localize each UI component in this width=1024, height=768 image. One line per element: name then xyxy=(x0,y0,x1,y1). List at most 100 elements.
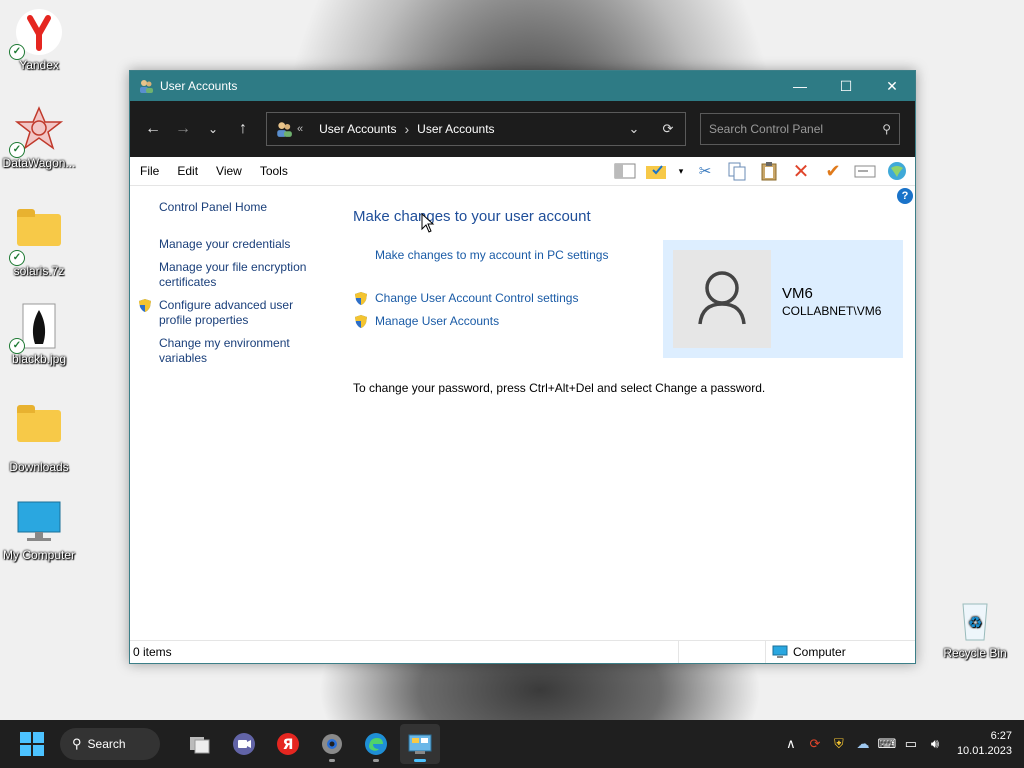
network-icon[interactable]: ▭ xyxy=(899,736,923,752)
address-field[interactable]: « User Accounts › User Accounts ⌄ ⟳ xyxy=(266,112,686,146)
up-arrow-icon[interactable]: ↑ xyxy=(228,114,258,144)
sync-alert-icon[interactable]: ⟳ xyxy=(803,736,827,752)
desktop-icon-yandex[interactable]: ✓ Yandex xyxy=(1,8,77,72)
breadcrumb-overflow[interactable]: « xyxy=(297,123,303,135)
forward-arrow-icon[interactable]: → xyxy=(168,114,198,144)
advanced-profile-link[interactable]: Configure advanced user profile properti… xyxy=(159,298,309,328)
windows-logo-icon-pane xyxy=(33,732,44,743)
back-arrow-icon[interactable]: ← xyxy=(138,114,168,144)
paste-icon[interactable] xyxy=(757,160,781,182)
minimize-button[interactable]: — xyxy=(777,71,823,101)
yandex-icon: ✓ xyxy=(9,8,63,60)
breadcrumb-separator: › xyxy=(404,121,410,137)
search-input[interactable]: Search Control Panel ⚲ xyxy=(700,113,900,145)
menu-tools[interactable]: Tools xyxy=(250,164,296,178)
task-view-icon xyxy=(190,737,210,754)
menu-view[interactable]: View xyxy=(206,164,250,178)
sync-check-icon: ✓ xyxy=(9,250,25,266)
running-indicator xyxy=(373,759,379,762)
clock[interactable]: 6:27 10.01.2023 xyxy=(957,729,1012,759)
windows-logo-icon xyxy=(20,732,31,743)
properties-folder-icon[interactable] xyxy=(645,160,669,182)
delete-icon[interactable]: ✕ xyxy=(789,160,813,183)
desktop-icon-my-computer[interactable]: My Computer xyxy=(1,498,77,562)
monitor-icon xyxy=(15,498,63,546)
desktop-icon-label: blackb.jpg xyxy=(11,352,67,366)
password-hint: To change your password, press Ctrl+Alt+… xyxy=(353,381,766,395)
control-panel-home-link[interactable]: Control Panel Home xyxy=(159,200,267,215)
avatar xyxy=(673,250,771,348)
breadcrumb-item[interactable]: User Accounts xyxy=(319,122,396,136)
desktop-icon-datawagon[interactable]: ✓ DataWagon... xyxy=(1,106,77,170)
task-view-button[interactable] xyxy=(180,724,220,764)
uac-shield-icon xyxy=(138,298,151,312)
breadcrumb-item[interactable]: User Accounts xyxy=(417,122,494,136)
image-file-icon: ✓ xyxy=(9,302,63,354)
close-button[interactable]: ✕ xyxy=(869,71,915,101)
yandex-browser-icon: Я xyxy=(277,733,299,755)
copy-icon[interactable] xyxy=(725,160,749,182)
sync-check-icon: ✓ xyxy=(9,44,25,60)
clock-date: 10.01.2023 xyxy=(956,745,1012,757)
title-bar[interactable]: User Accounts — ☐ ✕ xyxy=(130,71,915,101)
check-icon[interactable]: ✔ xyxy=(821,160,845,182)
folder-icon: ✓ xyxy=(9,209,63,266)
user-accounts-icon xyxy=(138,78,154,94)
rename-icon[interactable] xyxy=(853,160,877,182)
desktop-icon-recycle-bin[interactable]: ♻ Recycle Bin xyxy=(937,596,1013,660)
preview-pane-icon[interactable] xyxy=(613,160,637,182)
window-title: User Accounts xyxy=(160,79,238,93)
address-dropdown-icon[interactable]: ⌄ xyxy=(617,121,651,137)
globe-icon[interactable] xyxy=(885,160,909,182)
refresh-icon[interactable]: ⟳ xyxy=(651,121,685,137)
volume-icon[interactable]: 🔊︎ xyxy=(923,736,947,752)
datawagon-icon: ✓ xyxy=(9,106,64,158)
pc-settings-link[interactable]: Make changes to my account in PC setting… xyxy=(375,248,608,262)
taskbar-search[interactable]: ⚲ Search xyxy=(60,728,160,760)
environment-variables-link[interactable]: Change my environment variables xyxy=(159,336,309,366)
desktop-icon-blackb[interactable]: ✓ blackb.jpg xyxy=(1,302,77,366)
desktop-icon-solaris[interactable]: ✓ solaris.7z xyxy=(1,204,77,278)
active-indicator xyxy=(414,759,426,762)
desktop-icon-label: DataWagon... xyxy=(2,156,76,170)
desktop-icon-label: My Computer xyxy=(2,548,76,562)
content-area: ? Control Panel Home Manage your credent… xyxy=(130,186,915,639)
start-button[interactable] xyxy=(20,732,44,756)
recent-locations-chevron-icon[interactable]: ⌄ xyxy=(198,114,228,144)
user-account-card: VM6 COLLABNET\VM6 xyxy=(663,240,903,358)
svg-text:Я: Я xyxy=(283,737,294,753)
maximize-button[interactable]: ☐ xyxy=(823,71,869,101)
desktop-icon-label: Downloads xyxy=(9,460,69,474)
search-placeholder: Search Control Panel xyxy=(709,122,824,136)
manage-user-accounts-link[interactable]: Manage User Accounts xyxy=(375,314,499,328)
cloud-icon[interactable]: ☁ xyxy=(851,736,875,752)
taskbar-app-yandex[interactable]: Я xyxy=(268,724,308,764)
taskbar-app-control-panel[interactable] xyxy=(400,724,440,764)
show-hidden-icons-chevron-icon[interactable]: ∧ xyxy=(779,736,803,752)
security-shield-icon[interactable]: ⛨ xyxy=(827,736,851,752)
uac-shield-icon xyxy=(354,291,367,305)
manage-credentials-link[interactable]: Manage your credentials xyxy=(159,237,290,252)
item-count: 0 items xyxy=(133,645,172,659)
svg-text:♻: ♻ xyxy=(968,613,982,632)
uac-settings-link[interactable]: Change User Account Control settings xyxy=(375,291,578,305)
keyboard-icon[interactable]: ⌨ xyxy=(875,736,899,752)
taskbar-app-edge[interactable] xyxy=(356,724,396,764)
menu-edit[interactable]: Edit xyxy=(167,164,206,178)
dropdown-arrow-icon[interactable]: ▾ xyxy=(677,160,685,182)
cut-icon[interactable]: ✂ xyxy=(693,160,717,182)
video-call-icon xyxy=(233,733,255,755)
computer-icon xyxy=(772,645,788,658)
status-location: Computer xyxy=(765,641,915,663)
taskbar-app-settings[interactable] xyxy=(312,724,352,764)
status-location-label: Computer xyxy=(793,645,846,659)
taskbar-app-meet[interactable] xyxy=(224,724,264,764)
menu-file[interactable]: File xyxy=(130,164,167,178)
mouse-cursor-icon xyxy=(421,213,435,233)
help-icon[interactable]: ? xyxy=(897,188,913,204)
clock-time: 6:27 xyxy=(990,730,1012,742)
file-encryption-link[interactable]: Manage your file encryption certificates xyxy=(159,260,319,290)
user-domain: COLLABNET\VM6 xyxy=(782,304,882,318)
user-accounts-icon xyxy=(275,120,293,138)
desktop-icon-downloads[interactable]: Downloads xyxy=(1,400,77,474)
